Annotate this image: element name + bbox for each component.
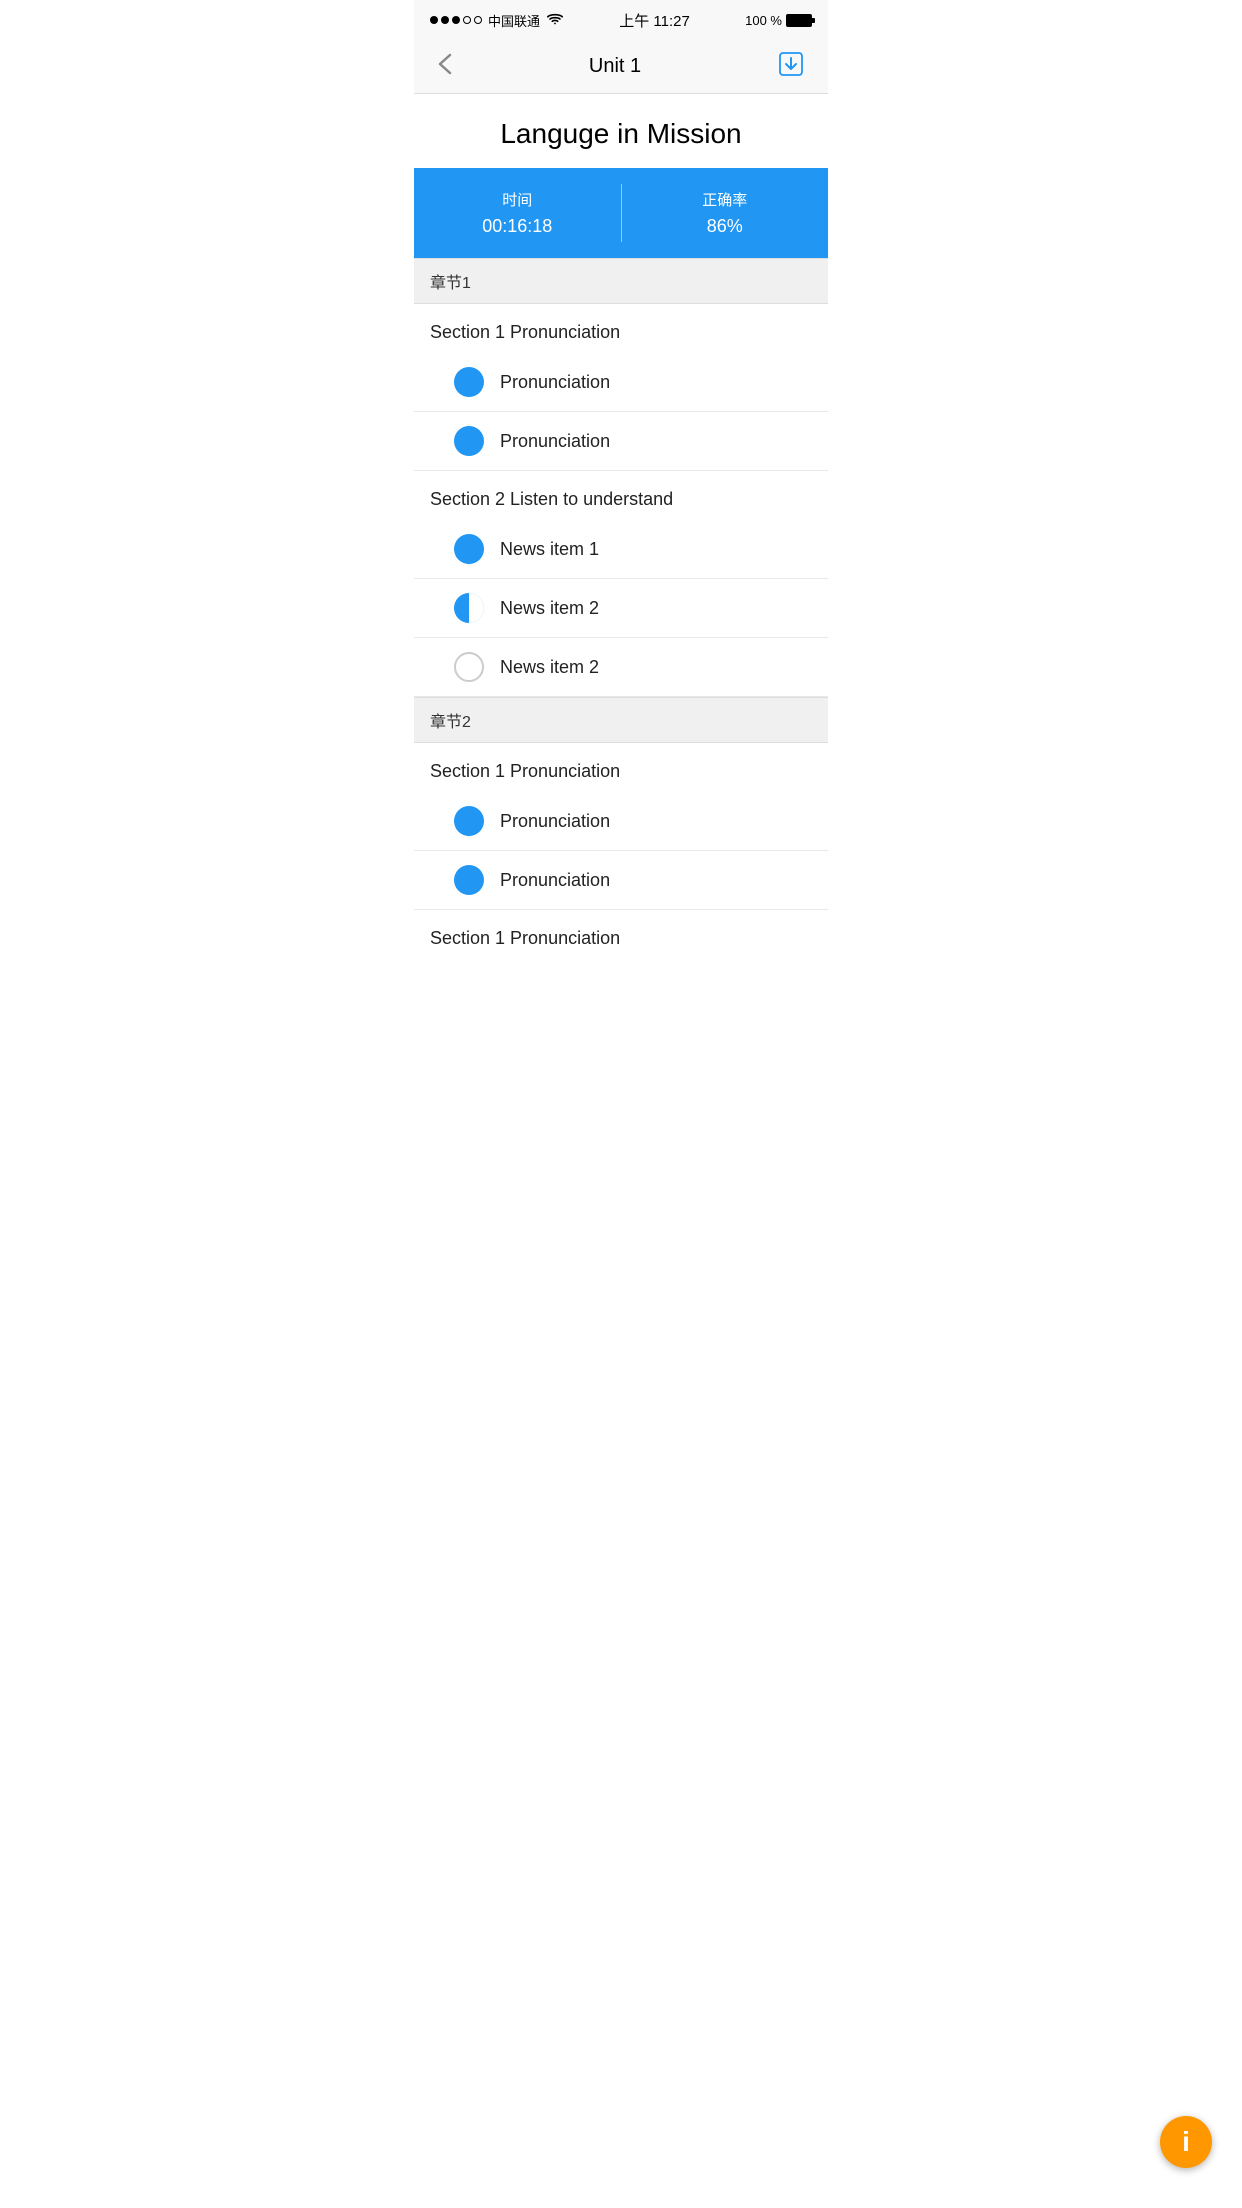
battery-fill [788,16,810,25]
list-item-1-0-1[interactable]: Pronunciation [414,851,828,910]
list-item-1-0-0[interactable]: Pronunciation [414,792,828,851]
time-value: 00:16:18 [482,216,552,237]
item-icon-full [454,806,484,836]
section-title-0-0: Section 1 Pronunciation [414,304,828,353]
accuracy-value: 86% [707,216,743,237]
page-title-section: Languge in Mission [414,94,828,168]
section-title-1-0: Section 1 Pronunciation [414,743,828,792]
item-label-1-0-0: Pronunciation [500,811,610,832]
status-left: 中国联通 [430,11,564,30]
nav-title: Unit 1 [589,55,641,78]
stats-bar: 时间 00:16:18 正确率 86% [414,168,828,258]
time-label: 时间 [502,189,532,210]
item-label-0-0-0: Pronunciation [500,372,610,393]
info-fab[interactable]: i [1160,2116,1212,2168]
chapter-header-0: 章节1 [414,258,828,304]
status-time: 上午 11:27 [619,10,690,31]
item-label-1-0-1: Pronunciation [500,870,610,891]
dot4 [463,16,471,24]
dot1 [430,16,438,24]
list-item-0-0-1[interactable]: Pronunciation [414,412,828,471]
item-icon-full [454,865,484,895]
stat-accuracy: 正确率 86% [622,168,829,258]
item-icon-full [454,426,484,456]
item-icon-full [454,367,484,397]
item-icon-half [454,593,484,623]
stat-time: 时间 00:16:18 [414,168,621,258]
item-label-0-1-0: News item 1 [500,539,599,560]
battery-percent: 100 % [745,13,782,28]
content-area: 章节1Section 1 PronunciationPronunciationP… [414,258,828,959]
list-item-0-1-2[interactable]: News item 2 [414,638,828,697]
carrier-label: 中国联通 [488,11,540,30]
status-bar: 中国联通 上午 11:27 100 % [414,0,828,40]
dot2 [441,16,449,24]
section-title-0-1: Section 2 Listen to understand [414,471,828,520]
wifi-icon [546,12,564,29]
chapter-header-1: 章节2 [414,697,828,743]
item-label-0-1-1: News item 2 [500,598,599,619]
accuracy-label: 正确率 [702,189,747,210]
dot3 [452,16,460,24]
section-title-1-1: Section 1 Pronunciation [414,910,828,959]
fab-label: i [1182,2126,1190,2158]
back-button[interactable] [430,49,460,85]
dot5 [474,16,482,24]
status-right: 100 % [745,13,812,28]
item-label-0-1-2: News item 2 [500,657,599,678]
page-title: Languge in Mission [430,118,812,150]
download-button[interactable] [770,47,812,86]
nav-bar: Unit 1 [414,40,828,94]
item-label-0-0-1: Pronunciation [500,431,610,452]
list-item-0-1-1[interactable]: News item 2 [414,579,828,638]
item-icon-full [454,534,484,564]
list-item-0-0-0[interactable]: Pronunciation [414,353,828,412]
item-icon-empty [454,652,484,682]
signal-dots [430,16,482,24]
battery-icon [786,14,812,27]
list-item-0-1-0[interactable]: News item 1 [414,520,828,579]
